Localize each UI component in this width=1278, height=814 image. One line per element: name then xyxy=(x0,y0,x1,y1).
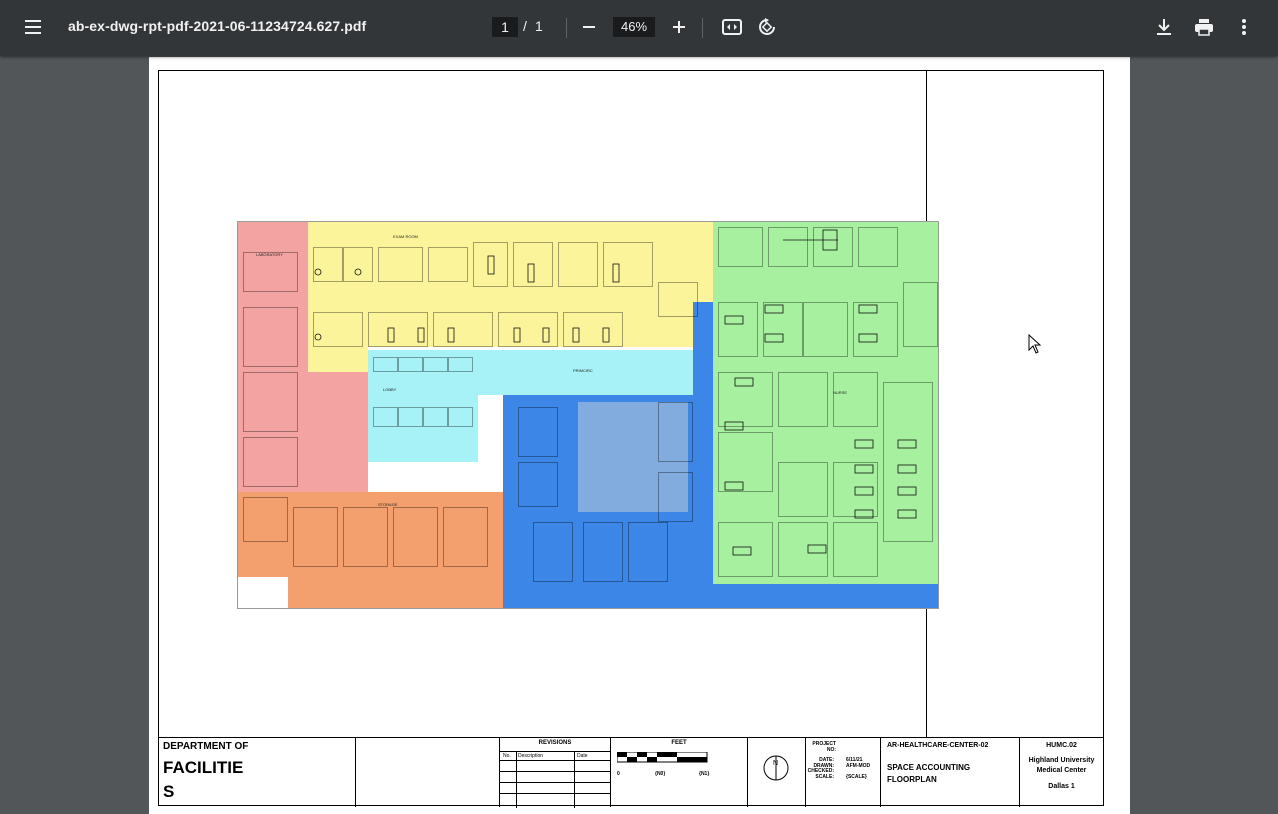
fit-page-icon xyxy=(722,19,742,35)
project-no-label: PROJECT NO: xyxy=(812,741,836,753)
room-label: EXAM ROOM xyxy=(393,234,418,239)
floorplan: LABORATORY EXAM ROOM PRIMCIRC LOBBY NURS… xyxy=(237,221,939,609)
drawn-value: AFM-MOD xyxy=(846,762,871,769)
building-cell: HUMC.02 Highland University Medical Cent… xyxy=(1020,738,1103,807)
org-name-line1: Highland University xyxy=(1028,757,1095,764)
scale-n1: {N1} xyxy=(699,771,710,777)
minus-icon xyxy=(583,26,595,28)
print-icon xyxy=(1195,19,1213,36)
drawing-id: AR-HEALTHCARE-CENTER-02 xyxy=(887,742,989,749)
north-label: N xyxy=(773,760,779,767)
north-cell: N xyxy=(748,738,806,807)
page-total: 1 xyxy=(535,18,543,34)
scale-bar xyxy=(617,752,708,763)
blank-cell xyxy=(356,738,500,807)
room-label: STORAGE xyxy=(378,502,398,507)
scale-label: SCALE: xyxy=(815,773,834,780)
zoom-out-button[interactable] xyxy=(573,11,605,43)
project-info-cell: PROJECT NO: DATE: DRAWN: CHECKED: SCALE:… xyxy=(806,738,881,807)
rev-col-desc: Description xyxy=(518,753,544,759)
print-button[interactable] xyxy=(1188,11,1220,43)
toolbar-divider xyxy=(566,18,567,38)
title-block: DEPARTMENT OF FACILITIE S REVISIONS No. … xyxy=(159,737,1103,808)
zoom-in-button[interactable] xyxy=(663,11,695,43)
building-code: HUMC.02 xyxy=(1046,742,1077,749)
feet-header: FEET xyxy=(671,740,687,746)
file-name: ab-ex-dwg-rpt-pdf-2021-06-11234724.627.p… xyxy=(68,18,367,34)
revisions-header: REVISIONS xyxy=(538,740,572,746)
rotate-button[interactable] xyxy=(751,11,783,43)
page-number-input[interactable]: 1 xyxy=(492,17,518,37)
pdf-page: LABORATORY EXAM ROOM PRIMCIRC LOBBY NURS… xyxy=(149,57,1130,814)
scale-cell: FEET 0 {N0} {N1} xyxy=(611,738,748,807)
more-vertical-icon xyxy=(1242,19,1246,35)
department-name-line2: S xyxy=(163,782,175,801)
drawing-title-line2: FLOORPLAN xyxy=(887,775,937,784)
revisions-table: No. Description Date xyxy=(500,751,610,808)
plus-icon xyxy=(673,21,685,33)
drawing-title-line1: SPACE ACCOUNTING xyxy=(887,763,971,772)
more-options-button[interactable] xyxy=(1228,11,1260,43)
fit-page-button[interactable] xyxy=(716,11,748,43)
mouse-cursor-icon xyxy=(1028,334,1042,354)
page-separator: / xyxy=(523,18,527,34)
scale-zero: 0 xyxy=(617,771,620,777)
download-icon xyxy=(1157,19,1171,35)
toolbar-divider xyxy=(702,18,703,38)
rev-col-no: No. xyxy=(503,753,511,759)
drawing-frame: LABORATORY EXAM ROOM PRIMCIRC LOBBY NURS… xyxy=(158,70,1104,808)
rev-col-date: Date xyxy=(577,753,588,759)
org-name-line2: Medical Center xyxy=(1036,767,1087,774)
room-label: LOBBY xyxy=(383,387,397,392)
department-label: DEPARTMENT OF xyxy=(163,741,249,752)
room-label: NURSE xyxy=(833,390,848,395)
room-label: PRIMCIRC xyxy=(573,368,593,373)
site-name: Dallas 1 xyxy=(1048,783,1075,790)
department-name-line1: FACILITIE xyxy=(163,758,244,777)
north-arrow-icon xyxy=(763,755,789,781)
hamburger-menu-icon[interactable] xyxy=(18,11,50,43)
scale-value: {SCALE} xyxy=(846,773,867,780)
department-cell: DEPARTMENT OF FACILITIE S xyxy=(159,738,356,807)
zoom-level-input[interactable]: 46% xyxy=(613,17,655,37)
info-labels: DATE: DRAWN: CHECKED: SCALE: xyxy=(806,757,834,780)
room-label: LABORATORY xyxy=(256,252,283,257)
scale-n0: {N0} xyxy=(655,771,666,777)
info-values: 6/11/21 AFM-MOD {SCALE} xyxy=(846,757,871,780)
download-button[interactable] xyxy=(1148,11,1180,43)
pdf-toolbar: ab-ex-dwg-rpt-pdf-2021-06-11234724.627.p… xyxy=(0,0,1278,56)
revisions-cell: REVISIONS No. Description Date xyxy=(500,738,611,808)
drawing-title-cell: AR-HEALTHCARE-CENTER-02 SPACE ACCOUNTING… xyxy=(881,738,1020,807)
rotate-icon xyxy=(759,18,775,35)
floorplan-details xyxy=(314,229,917,556)
